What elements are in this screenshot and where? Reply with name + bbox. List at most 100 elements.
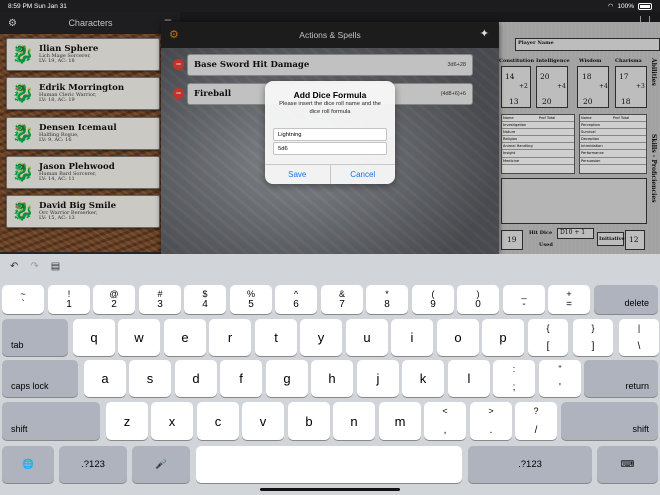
key-char: 5 xyxy=(248,299,254,310)
letter-key[interactable]: b xyxy=(288,402,330,440)
symbol-key[interactable]: :; xyxy=(493,360,535,397)
symbol-key[interactable]: >. xyxy=(470,402,512,440)
number-key[interactable]: % 5 xyxy=(230,285,272,314)
number-key[interactable]: (9 xyxy=(412,285,454,314)
key-char: 0 xyxy=(475,299,481,310)
letter-key[interactable]: t xyxy=(255,319,297,356)
dice-formula-input[interactable]: 5d6 xyxy=(273,142,387,155)
letter-key[interactable]: a xyxy=(84,360,126,397)
key-shift-char: " xyxy=(558,364,562,374)
key-char: / xyxy=(534,425,538,436)
letter-key[interactable]: v xyxy=(242,402,284,440)
letter-key[interactable]: o xyxy=(437,319,479,356)
cancel-button[interactable]: Cancel xyxy=(331,165,396,184)
key-char: . xyxy=(489,425,493,436)
redo-icon[interactable]: ↷ xyxy=(30,261,38,272)
key-shift-char: + xyxy=(566,289,572,299)
number-key[interactable]: $4 xyxy=(184,285,226,314)
space-bar[interactable] xyxy=(196,446,462,483)
symbol-key[interactable]: <, xyxy=(424,402,466,440)
key-label: m xyxy=(394,413,406,429)
number-key[interactable]: #3 xyxy=(139,285,181,314)
letter-key[interactable]: c xyxy=(197,402,239,440)
dismiss-keyboard-key[interactable]: ⌨ xyxy=(597,446,658,483)
key-label: x xyxy=(168,413,176,429)
tab-key[interactable]: tab xyxy=(2,319,68,356)
number-key[interactable]: ^ 6 xyxy=(275,285,317,314)
numbers-key-right[interactable]: .?123 xyxy=(468,446,592,483)
key-shift-char: & xyxy=(338,289,345,299)
key-char: 7 xyxy=(339,299,345,310)
number-key[interactable]: * 8 xyxy=(366,285,408,314)
symbol-key[interactable]: ? / xyxy=(515,402,557,440)
letter-key[interactable]: i xyxy=(391,319,433,356)
letter-key[interactable]: k xyxy=(402,360,444,397)
paste-icon[interactable]: ▤ xyxy=(51,261,60,272)
key-shift-char: | xyxy=(637,323,641,333)
letter-key[interactable]: l xyxy=(448,360,490,397)
key-char: 4 xyxy=(202,299,208,310)
letter-key[interactable]: s xyxy=(129,360,171,397)
letter-key[interactable]: z xyxy=(106,402,148,440)
key-label: k xyxy=(419,371,427,386)
symbol-key[interactable]: | \ xyxy=(619,319,659,356)
letter-key[interactable]: w xyxy=(118,319,160,356)
number-key[interactable]: + = xyxy=(548,285,590,314)
home-indicator xyxy=(260,488,400,491)
caps-lock-key[interactable]: caps lock xyxy=(2,360,78,397)
right-shift-key[interactable]: shift xyxy=(561,402,658,440)
key-char: \ xyxy=(637,341,641,352)
key-label: y xyxy=(317,330,325,345)
number-key[interactable]: & 7 xyxy=(321,285,363,314)
key-label: d xyxy=(192,371,200,386)
globe-key[interactable]: 🌐 xyxy=(2,446,54,483)
letter-key[interactable]: h xyxy=(311,360,353,397)
return-key[interactable]: return xyxy=(584,360,658,397)
delete-key[interactable]: delete xyxy=(594,285,658,314)
letter-key[interactable]: j xyxy=(357,360,399,397)
undo-icon[interactable]: ↶ xyxy=(10,261,18,272)
letter-key[interactable]: q xyxy=(73,319,115,356)
key-char: ; xyxy=(512,382,516,393)
letter-key[interactable]: r xyxy=(209,319,251,356)
letter-key[interactable]: g xyxy=(266,360,308,397)
key-char: ] xyxy=(591,341,595,352)
key-shift-char: # xyxy=(157,289,163,299)
letter-key[interactable]: f xyxy=(220,360,262,397)
letter-key[interactable]: u xyxy=(346,319,388,356)
key-shift-char: $ xyxy=(202,289,208,299)
number-key[interactable]: ) 0 xyxy=(457,285,499,314)
add-dice-formula-alert: Add Dice Formula Please insert the dice … xyxy=(265,81,395,184)
key-label: z xyxy=(123,413,131,429)
key-shift-char: _ xyxy=(521,289,527,299)
key-label: tab xyxy=(11,340,24,350)
key-label: e xyxy=(181,330,189,345)
number-key[interactable]: @2 xyxy=(93,285,135,314)
dictation-key[interactable]: 🎤 xyxy=(132,446,190,483)
left-shift-key[interactable]: shift xyxy=(2,402,100,440)
key-shift-char: ? xyxy=(533,406,539,416)
key-label: o xyxy=(454,330,462,345)
number-key[interactable]: ! 1 xyxy=(48,285,90,314)
symbol-key[interactable]: {[ xyxy=(528,319,568,356)
dice-name-input[interactable]: Lightning xyxy=(273,128,387,141)
letter-key[interactable]: p xyxy=(482,319,524,356)
key-label: n xyxy=(350,413,358,429)
key-shift-char: ~ xyxy=(20,289,26,299)
save-button[interactable]: Save xyxy=(265,165,331,184)
letter-key[interactable]: e xyxy=(164,319,206,356)
alert-buttons: Save Cancel xyxy=(265,164,395,184)
symbol-key[interactable]: " ' xyxy=(539,360,581,397)
letter-key[interactable]: y xyxy=(300,319,342,356)
on-screen-keyboard: ↶ ↷ ▤ ~ `! 1 @2 #3 $4% 5 ^ 6 & 7 * 8(9) 0 _ - + = delete ta… xyxy=(0,254,660,495)
number-key[interactable]: ~ ` xyxy=(2,285,44,314)
number-key[interactable]: _ - xyxy=(503,285,545,314)
letter-key[interactable]: x xyxy=(151,402,193,440)
letter-key[interactable]: n xyxy=(333,402,375,440)
numbers-key-left[interactable]: .?123 xyxy=(59,446,127,483)
symbol-key[interactable]: }] xyxy=(573,319,613,356)
key-shift-char: * xyxy=(385,289,389,299)
letter-key[interactable]: m xyxy=(379,402,421,440)
letter-key[interactable]: d xyxy=(175,360,217,397)
status-bar: 8:59 PM Sun Jan 31 ◠ 100% xyxy=(0,0,660,12)
